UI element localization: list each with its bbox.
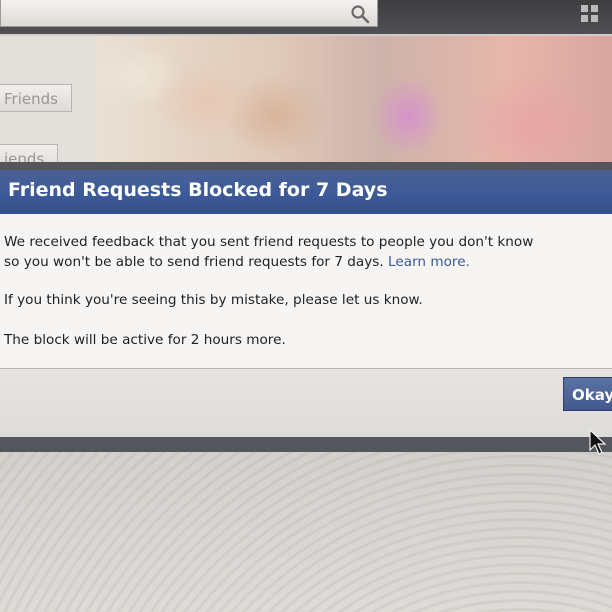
top-bar: [0, 0, 612, 34]
dialog-mistake-line: If you think you're seeing this by mista…: [4, 292, 423, 308]
dialog-message-line-2: so you won't be able to send friend requ…: [4, 254, 470, 270]
dialog-message-line-1: We received feedback that you sent frien…: [4, 234, 534, 250]
sidebar-item-friends[interactable]: Friends: [0, 84, 72, 112]
search-icon[interactable]: [349, 3, 371, 25]
mouse-cursor-icon: [588, 428, 608, 458]
dialog-body: We received feedback that you sent frien…: [0, 214, 612, 368]
friend-requests-blocked-dialog: Friend Requests Blocked for 7 Days We re…: [0, 170, 612, 437]
cover-photo: [96, 36, 612, 168]
dialog-block-duration-line: The block will be active for 2 hours mor…: [4, 332, 286, 348]
learn-more-link[interactable]: Learn more.: [388, 254, 470, 270]
left-panel: Friends iends: [0, 36, 96, 172]
dialog-title: Friend Requests Blocked for 7 Days: [8, 179, 388, 201]
page-background-lower: [0, 452, 612, 612]
dialog-message-line-2-text: so you won't be able to send friend requ…: [4, 254, 389, 270]
okay-button[interactable]: Okay: [563, 377, 612, 411]
dialog-header: Friend Requests Blocked for 7 Days: [0, 170, 612, 215]
search-input[interactable]: [0, 0, 378, 27]
dialog-footer: Okay: [0, 368, 612, 437]
grid-icon[interactable]: [578, 2, 602, 26]
screen: Friends iends Friend Requests Blocked fo…: [0, 0, 612, 612]
sidebar-item-label: Friends: [4, 90, 58, 108]
